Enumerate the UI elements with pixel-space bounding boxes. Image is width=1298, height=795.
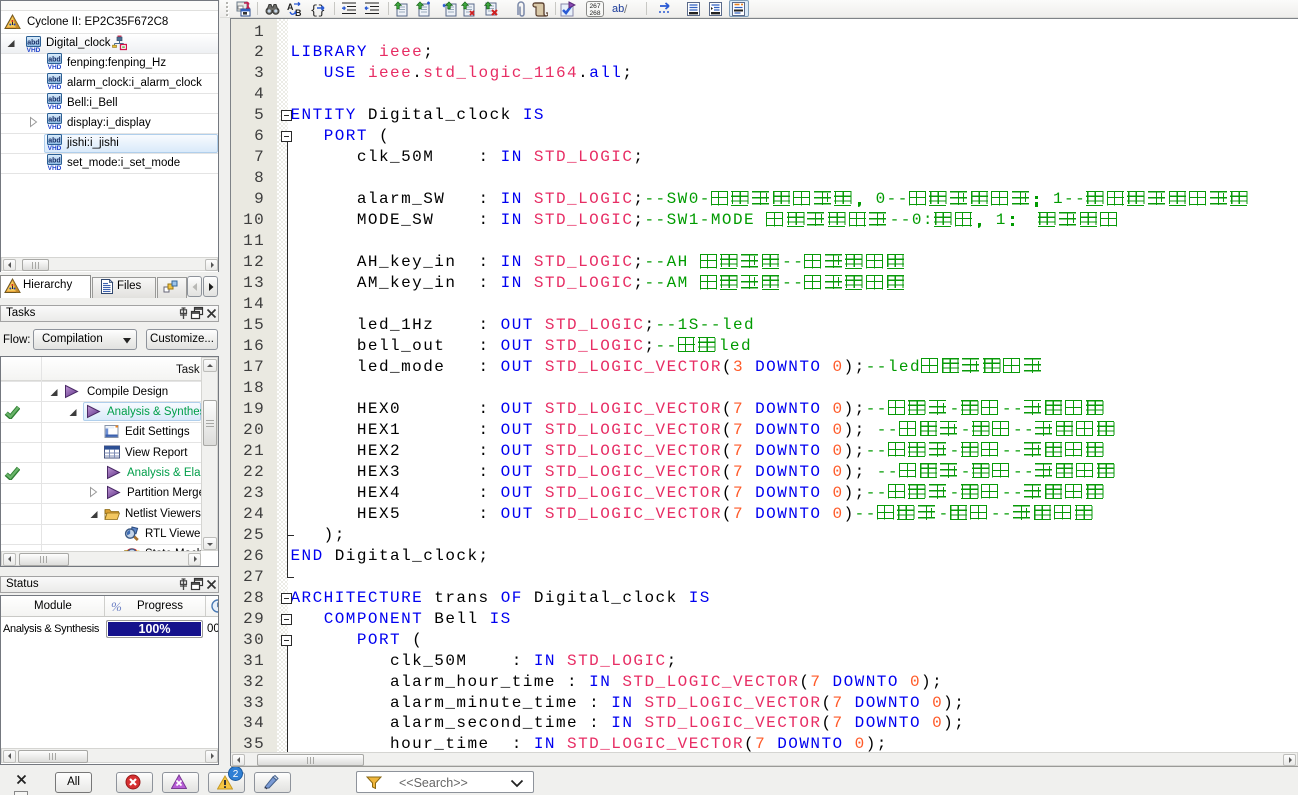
svg-text:267: 267 (589, 3, 600, 10)
svg-text:2: 2 (233, 769, 239, 780)
svg-text:abd: abd (48, 57, 60, 64)
svg-text:abd: abd (48, 77, 60, 84)
svg-text:B: B (295, 8, 302, 17)
svg-text:VHD: VHD (48, 104, 62, 109)
svg-text:abd: abd (48, 138, 60, 145)
svg-text:/: / (624, 2, 628, 16)
svg-text:VHD: VHD (27, 47, 41, 52)
svg-text:abd: abd (27, 40, 39, 47)
svg-text:abd: abd (48, 158, 60, 165)
svg-text:{}: {} (310, 3, 326, 17)
svg-text:268: 268 (589, 10, 600, 17)
svg-text:VHD: VHD (48, 64, 62, 69)
svg-text:VHD: VHD (48, 124, 62, 129)
svg-text:ab: ab (612, 3, 624, 15)
svg-text:abd: abd (48, 97, 60, 104)
svg-text:VHD: VHD (48, 165, 62, 170)
svg-text:VHD: VHD (48, 84, 62, 89)
svg-text:abd: abd (48, 117, 60, 124)
svg-text:A: A (287, 2, 294, 12)
svg-text:VHD: VHD (48, 145, 62, 150)
